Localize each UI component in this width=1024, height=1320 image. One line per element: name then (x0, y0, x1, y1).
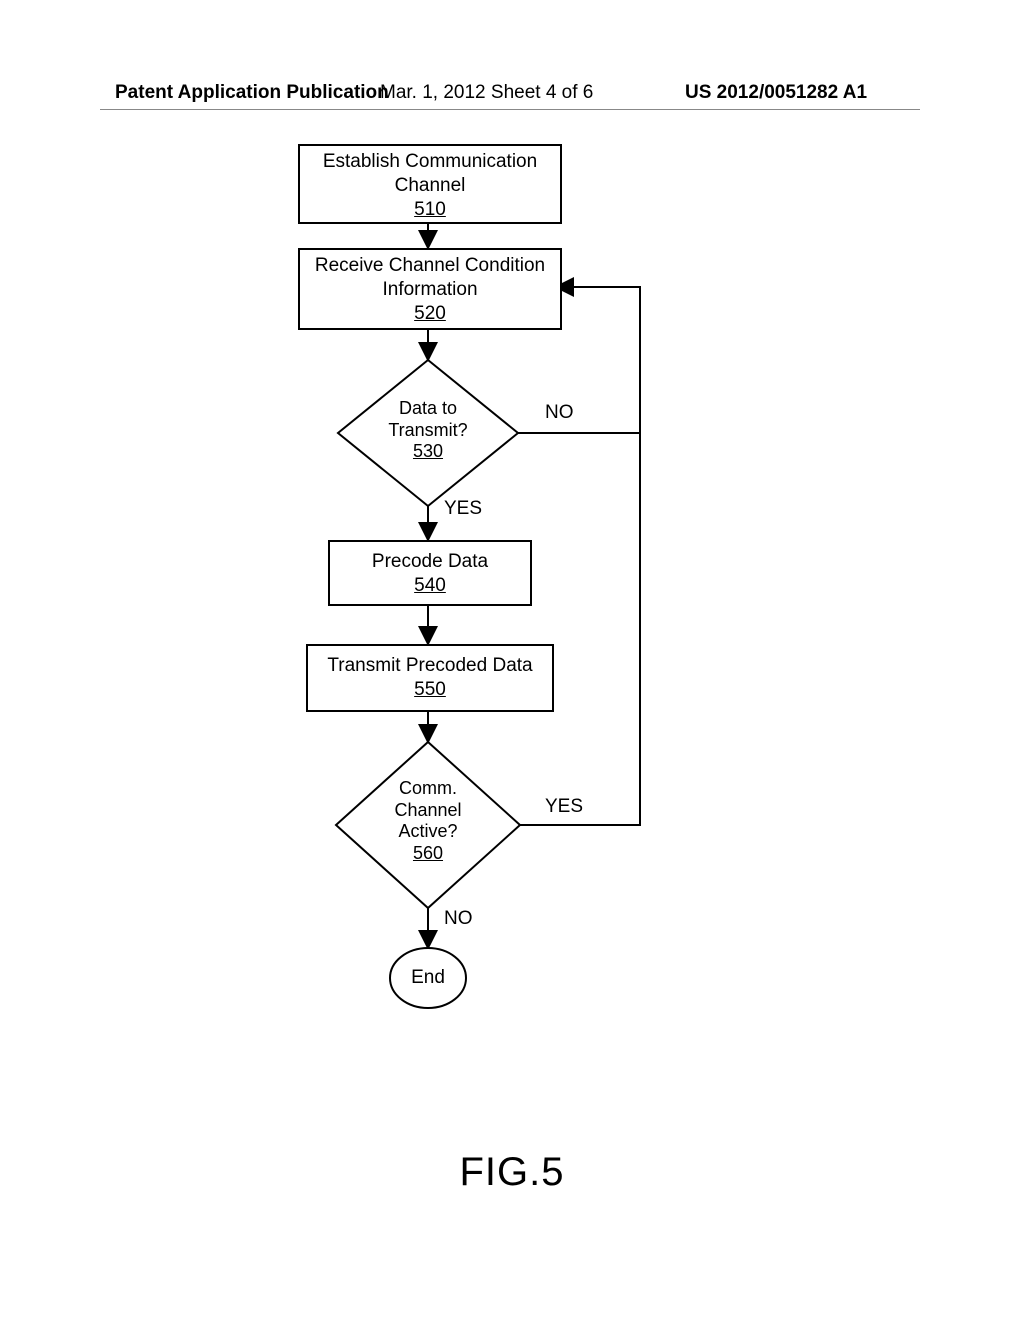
step-520-line1: Receive Channel Condition (315, 255, 545, 276)
step-540: Precode Data 540 (328, 540, 532, 606)
step-520-line2: Information (382, 279, 477, 300)
decision-530: Data to Transmit? 530 (368, 398, 488, 463)
edge-560-yes: YES (545, 796, 583, 818)
edge-560-no: NO (444, 908, 473, 930)
step-550-line1: Transmit Precoded Data (327, 655, 532, 676)
step-510: Establish Communication Channel 510 (298, 144, 562, 224)
step-540-line1: Precode Data (372, 551, 488, 572)
terminal-end: End (408, 967, 448, 989)
decision-530-line2: Transmit? (388, 420, 467, 440)
step-520: Receive Channel Condition Information 52… (298, 248, 562, 330)
edge-530-no: NO (545, 402, 574, 424)
edge-530-yes: YES (444, 498, 482, 520)
header-mid: Mar. 1, 2012 Sheet 4 of 6 (380, 82, 593, 104)
step-520-num: 520 (414, 303, 446, 324)
step-550-num: 550 (414, 679, 446, 700)
step-510-line1: Establish Communication (323, 151, 537, 172)
step-540-num: 540 (414, 575, 446, 596)
header-rule (100, 109, 920, 110)
decision-530-line1: Data to (399, 398, 457, 418)
decision-560-num: 560 (413, 843, 443, 863)
step-510-line2: Channel (395, 175, 466, 196)
terminal-end-label: End (411, 967, 445, 988)
figure-label: FIG.5 (0, 1150, 1024, 1195)
decision-560-line1: Comm. (399, 778, 457, 798)
step-510-num: 510 (414, 199, 446, 220)
step-550: Transmit Precoded Data 550 (306, 644, 554, 712)
header-left: Patent Application Publication (115, 82, 389, 104)
header-right: US 2012/0051282 A1 (685, 82, 867, 104)
decision-530-num: 530 (413, 441, 443, 461)
decision-560-line2: Channel (394, 800, 461, 820)
decision-560-line3: Active? (398, 821, 457, 841)
decision-560: Comm. Channel Active? 560 (368, 778, 488, 864)
